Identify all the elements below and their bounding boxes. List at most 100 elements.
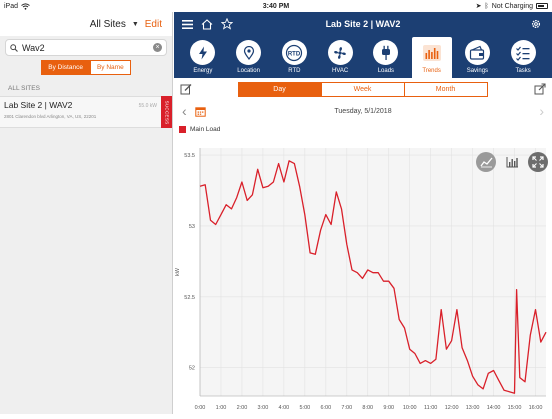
bluetooth-icon: ᛒ: [484, 2, 489, 10]
home-icon[interactable]: [201, 18, 213, 30]
x-tick-label: 4:00: [279, 405, 290, 411]
edit-note-icon[interactable]: [180, 83, 192, 95]
location-arrow-icon: ➤: [475, 3, 482, 10]
menu-icon[interactable]: [182, 19, 193, 29]
y-tick-label: 52: [189, 366, 195, 372]
tab-label: Savings: [466, 68, 489, 74]
tab-rtd[interactable]: RTD RTD: [274, 37, 314, 78]
plug-icon: [381, 45, 390, 60]
wifi-icon: [21, 2, 30, 10]
star-icon[interactable]: [221, 18, 233, 30]
chart-toolbar: [476, 152, 548, 172]
tab-label: Loads: [377, 68, 395, 74]
x-tick-label: 2:00: [237, 405, 248, 411]
calendar-icon[interactable]: [194, 106, 206, 117]
sort-segmented-control: By Distance By Name: [0, 60, 172, 75]
tab-energy[interactable]: Energy: [183, 37, 223, 78]
status-badge-label: SUCCESS: [164, 100, 170, 124]
svg-text:RTD: RTD: [288, 51, 301, 57]
period-segmented-control: Day Week Month: [237, 81, 488, 97]
device-label: iPad: [4, 2, 19, 10]
search-field[interactable]: Wav2 ×: [5, 39, 167, 56]
location-pin-icon: [243, 45, 254, 60]
clock: 3:40 PM: [262, 2, 290, 10]
search-icon: [10, 43, 18, 52]
tab-savings[interactable]: Savings: [457, 37, 497, 78]
gear-icon[interactable]: [530, 18, 542, 30]
x-tick-label: 12:00: [445, 405, 459, 411]
x-tick-label: 9:00: [383, 405, 394, 411]
period-week-button[interactable]: Week: [320, 81, 405, 97]
sites-sidebar: All Sites ▼ Edit Wav2 × By Distance By N…: [0, 12, 173, 414]
fullscreen-icon[interactable]: [528, 152, 548, 172]
site-list-item[interactable]: Lab Site 2 | WAV2 2801 Clarendon blvd Ar…: [0, 96, 172, 128]
site-address: 2801 Clarendon blvd Arlington, VA, US, 2…: [4, 114, 97, 119]
rtd-icon: RTD: [286, 44, 303, 61]
tab-label: Trends: [422, 68, 441, 74]
legend-label: Main Load: [190, 125, 221, 133]
tasks-icon: [516, 46, 530, 61]
top-nav: Lab Site 2 | WAV2: [174, 12, 552, 36]
x-tick-label: 1:00: [216, 405, 227, 411]
y-tick-label: 52.5: [184, 295, 195, 301]
y-tick-label: 53.5: [184, 153, 195, 159]
status-badge: SUCCESS: [161, 96, 172, 128]
line-chart-toggle-icon[interactable]: [476, 152, 496, 172]
section-label: ALL SITES: [8, 85, 40, 92]
tab-label: Location: [237, 68, 260, 74]
x-tick-label: 3:00: [258, 405, 269, 411]
x-tick-label: 14:00: [487, 405, 501, 411]
tab-tasks[interactable]: Tasks: [503, 37, 543, 78]
x-tick-label: 10:00: [403, 405, 417, 411]
x-tick-label: 5:00: [299, 405, 310, 411]
tab-loads[interactable]: Loads: [366, 37, 406, 78]
fan-icon: [334, 46, 346, 59]
period-day-button[interactable]: Day: [237, 81, 322, 97]
sort-by-distance-button[interactable]: By Distance: [41, 60, 90, 75]
trends-icon: [422, 44, 441, 61]
x-tick-label: 16:00: [529, 405, 543, 411]
period-month-button[interactable]: Month: [403, 81, 488, 97]
search-input[interactable]: Wav2: [22, 43, 149, 53]
status-bar: iPad 3:40 PM ➤ ᛒ Not Charging: [0, 0, 552, 12]
site-metric: 55.0 kW: [138, 103, 157, 109]
x-tick-label: 11:00: [424, 405, 437, 411]
dropdown-triangle-icon[interactable]: ▼: [132, 21, 139, 28]
period-toolbar: Day Week Month: [174, 78, 552, 100]
bolt-icon: [198, 46, 207, 59]
tab-trends[interactable]: Trends: [411, 37, 452, 78]
x-tick-label: 15:00: [508, 405, 522, 411]
tab-hvac[interactable]: HVAC: [320, 37, 360, 78]
trend-chart[interactable]: 0:00 1:00 2:00 3:00 4:00 5:00 6:00 7:00 8:00 9:00…: [174, 148, 552, 414]
date-row: ‹ Tuesday, 5/1/2018 ›: [174, 100, 552, 122]
tab-label: Energy: [193, 68, 213, 74]
x-tick-label: 7:00: [341, 405, 352, 411]
main-panel: Lab Site 2 | WAV2 Energy Location RTD RT…: [174, 12, 552, 414]
date-label: Tuesday, 5/1/2018: [334, 107, 392, 115]
sort-by-name-button[interactable]: By Name: [89, 60, 131, 75]
x-tick-label: 13:00: [466, 405, 480, 411]
line-chart: 0:00 1:00 2:00 3:00 4:00 5:00 6:00 7:00 8:00 9:00…: [175, 148, 547, 411]
tab-label: HVAC: [332, 68, 349, 74]
edit-button[interactable]: Edit: [145, 19, 162, 30]
page-title: Lab Site 2 | WAV2: [325, 19, 401, 29]
x-tick-label: 8:00: [362, 405, 373, 411]
feature-tabs: Energy Location RTD RTD HVAC Loads Trend…: [174, 36, 552, 78]
previous-date-arrow-icon[interactable]: ‹: [182, 103, 187, 119]
y-tick-label: 53: [189, 224, 195, 230]
sites-selector[interactable]: All Sites: [90, 19, 126, 30]
next-date-arrow-icon[interactable]: ›: [539, 103, 544, 119]
y-axis-label: kW: [175, 267, 181, 276]
bar-chart-toggle-icon[interactable]: [502, 152, 522, 172]
tab-location[interactable]: Location: [229, 37, 269, 78]
x-tick-label: 0:00: [195, 405, 206, 411]
legend-swatch: [179, 125, 186, 133]
battery-icon: [536, 3, 548, 9]
savings-icon: [470, 45, 485, 60]
share-icon[interactable]: [534, 83, 546, 95]
tab-label: Tasks: [515, 68, 531, 74]
x-tick-label: 6:00: [320, 405, 331, 411]
tab-label: RTD: [288, 68, 301, 74]
chart-legend: Main Load: [174, 122, 552, 136]
clear-search-icon[interactable]: ×: [153, 43, 162, 52]
